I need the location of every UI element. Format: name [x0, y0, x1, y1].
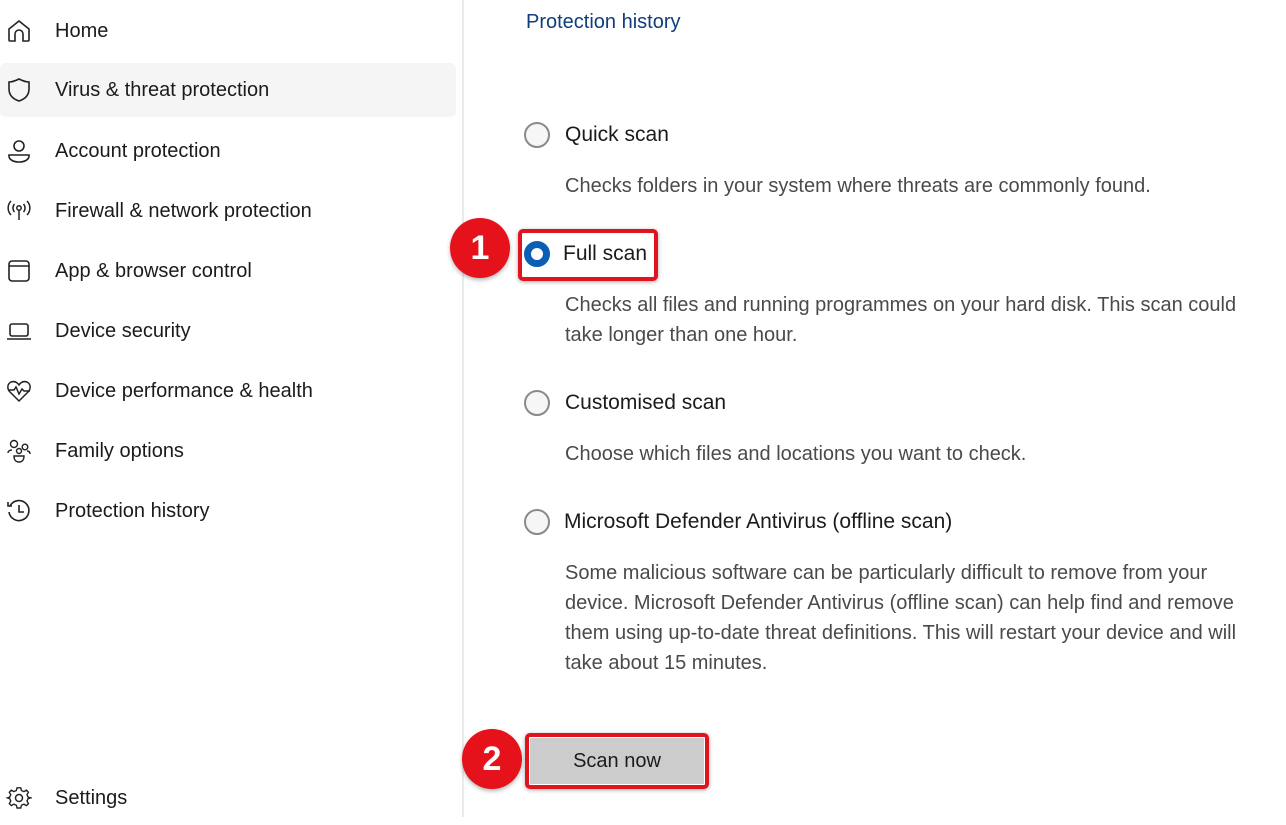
sidebar-item-label: Family options — [55, 439, 184, 462]
offline-scan-option[interactable]: Microsoft Defender Antivirus (offline sc… — [524, 509, 952, 535]
heart-pulse-icon — [6, 378, 32, 404]
gear-icon — [6, 785, 32, 811]
quick-scan-option[interactable]: Quick scan — [524, 122, 669, 148]
home-icon — [6, 18, 32, 44]
browser-window-icon — [6, 258, 32, 284]
person-icon — [6, 138, 32, 164]
sidebar-item-app-browser-control[interactable]: App & browser control — [0, 244, 456, 298]
shield-icon — [6, 77, 32, 103]
sidebar-item-label: Virus & threat protection — [55, 78, 270, 101]
customised-scan-description: Choose which files and locations you wan… — [565, 443, 1027, 465]
sidebar-item-label: Account protection — [55, 139, 221, 162]
sidebar-item-label: Device performance & health — [55, 379, 313, 402]
history-icon — [6, 498, 32, 524]
full-scan-highlight — [518, 229, 658, 281]
sidebar-item-firewall-network-protection[interactable]: Firewall & network protection — [0, 184, 456, 238]
antenna-icon — [6, 198, 32, 224]
laptop-icon — [6, 318, 32, 344]
step-2-badge: 2 — [462, 729, 522, 789]
protection-history-link[interactable]: Protection history — [526, 11, 681, 34]
offline-scan-description: Some malicious software can be particula… — [565, 562, 1237, 674]
sidebar-item-virus-threat-protection[interactable]: Virus & threat protection — [0, 63, 456, 117]
sidebar-item-label: App & browser control — [55, 259, 252, 282]
full-scan-description: Checks all files and running programmes … — [565, 294, 1237, 346]
sidebar-item-label: Protection history — [55, 499, 210, 522]
offline-scan-radio[interactable] — [524, 509, 550, 535]
offline-scan-label: Microsoft Defender Antivirus (offline sc… — [564, 510, 953, 533]
quick-scan-radio[interactable] — [524, 122, 550, 148]
customised-scan-option[interactable]: Customised scan — [524, 390, 726, 416]
sidebar-item-home[interactable]: Home — [0, 4, 456, 58]
sidebar-item-account-protection[interactable]: Account protection — [0, 124, 456, 178]
scan-now-highlight — [525, 733, 709, 789]
sidebar-item-label: Firewall & network protection — [55, 199, 312, 222]
customised-scan-label: Customised scan — [565, 391, 727, 414]
family-icon — [6, 438, 32, 464]
main-content: Protection history Quick scan Checks fol… — [450, 0, 1286, 817]
sidebar-item-device-performance-health[interactable]: Device performance & health — [0, 364, 456, 418]
sidebar-item-protection-history[interactable]: Protection history — [0, 484, 456, 538]
sidebar-item-label: Home — [55, 19, 109, 42]
sidebar-item-label: Settings — [55, 786, 128, 809]
sidebar-item-device-security[interactable]: Device security — [0, 304, 456, 358]
quick-scan-description: Checks folders in your system where thre… — [565, 175, 1151, 197]
sidebar: Home Virus & threat protection Account p… — [0, 0, 464, 817]
quick-scan-label: Quick scan — [565, 123, 669, 146]
step-1-badge: 1 — [450, 218, 510, 278]
customised-scan-radio[interactable] — [524, 390, 550, 416]
sidebar-item-label: Device security — [55, 319, 191, 342]
sidebar-item-family-options[interactable]: Family options — [0, 424, 456, 478]
